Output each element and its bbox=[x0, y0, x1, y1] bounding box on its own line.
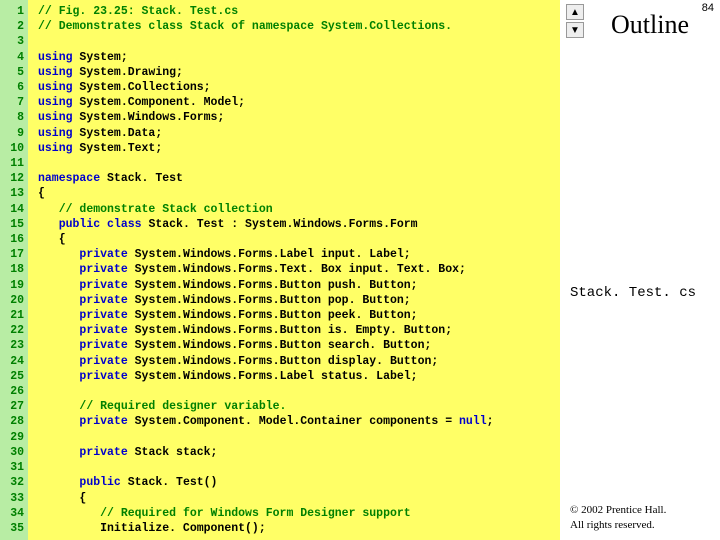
code-line: Initialize. Component(); bbox=[38, 521, 554, 536]
line-number: 34 bbox=[0, 506, 28, 521]
code-line: using System.Text; bbox=[38, 141, 554, 156]
line-number: 7 bbox=[0, 95, 28, 110]
code-line: // Fig. 23.25: Stack. Test.cs bbox=[38, 4, 554, 19]
code-line: private Stack stack; bbox=[38, 445, 554, 460]
line-number: 22 bbox=[0, 323, 28, 338]
nav-arrows: ▲ ▼ bbox=[566, 4, 584, 38]
code-line: using System.Data; bbox=[38, 126, 554, 141]
code-line bbox=[38, 156, 554, 171]
code-line: // Required for Windows Form Designer su… bbox=[38, 506, 554, 521]
line-number: 24 bbox=[0, 354, 28, 369]
line-number: 31 bbox=[0, 460, 28, 475]
code-line bbox=[38, 384, 554, 399]
nav-up-button[interactable]: ▲ bbox=[566, 4, 584, 20]
code-area: 1234567891011121314151617181920212223242… bbox=[0, 0, 560, 540]
line-number: 28 bbox=[0, 414, 28, 429]
slide-root: 1234567891011121314151617181920212223242… bbox=[0, 0, 720, 540]
code-line: private System.Windows.Forms.Button is. … bbox=[38, 323, 554, 338]
line-number: 30 bbox=[0, 445, 28, 460]
line-number: 32 bbox=[0, 475, 28, 490]
line-number: 13 bbox=[0, 186, 28, 201]
file-label: Stack. Test. cs bbox=[570, 285, 696, 301]
line-number: 3 bbox=[0, 34, 28, 49]
line-number-gutter: 1234567891011121314151617181920212223242… bbox=[0, 0, 28, 540]
line-number: 2 bbox=[0, 19, 28, 34]
code-line bbox=[38, 460, 554, 475]
code-line bbox=[38, 430, 554, 445]
line-number: 17 bbox=[0, 247, 28, 262]
code-line: private System.Windows.Forms.Button push… bbox=[38, 278, 554, 293]
line-number: 26 bbox=[0, 384, 28, 399]
code-line: namespace Stack. Test bbox=[38, 171, 554, 186]
line-number: 29 bbox=[0, 430, 28, 445]
line-number: 8 bbox=[0, 110, 28, 125]
code-line bbox=[38, 34, 554, 49]
code-line: private System.Windows.Forms.Button peek… bbox=[38, 308, 554, 323]
line-number: 18 bbox=[0, 262, 28, 277]
code-line: using System.Collections; bbox=[38, 80, 554, 95]
nav-down-button[interactable]: ▼ bbox=[566, 22, 584, 38]
copyright-line-2: All rights reserved. bbox=[570, 519, 655, 531]
code-line: // Demonstrates class Stack of namespace… bbox=[38, 19, 554, 34]
code-line: private System.Component. Model.Containe… bbox=[38, 414, 554, 429]
line-number: 4 bbox=[0, 50, 28, 65]
code-column: // Fig. 23.25: Stack. Test.cs// Demonstr… bbox=[28, 0, 560, 540]
line-number: 11 bbox=[0, 156, 28, 171]
line-number: 1 bbox=[0, 4, 28, 19]
code-line: using System.Windows.Forms; bbox=[38, 110, 554, 125]
side-panel: ▲ ▼ 84 Outline Stack. Test. cs © 2002 Pr… bbox=[560, 0, 720, 540]
line-number: 20 bbox=[0, 293, 28, 308]
line-number: 21 bbox=[0, 308, 28, 323]
code-line: private System.Windows.Forms.Label statu… bbox=[38, 369, 554, 384]
code-line: // Required designer variable. bbox=[38, 399, 554, 414]
code-line: private System.Windows.Forms.Button sear… bbox=[38, 338, 554, 353]
line-number: 16 bbox=[0, 232, 28, 247]
line-number: 14 bbox=[0, 202, 28, 217]
outline-heading: Outline bbox=[588, 10, 712, 40]
code-line: using System; bbox=[38, 50, 554, 65]
line-number: 12 bbox=[0, 171, 28, 186]
copyright-line-1: © 2002 Prentice Hall. bbox=[570, 504, 666, 516]
line-number: 9 bbox=[0, 126, 28, 141]
line-number: 19 bbox=[0, 278, 28, 293]
code-line: public Stack. Test() bbox=[38, 475, 554, 490]
code-line: private System.Windows.Forms.Button pop.… bbox=[38, 293, 554, 308]
code-line: using System.Drawing; bbox=[38, 65, 554, 80]
code-line: private System.Windows.Forms.Label input… bbox=[38, 247, 554, 262]
line-number: 15 bbox=[0, 217, 28, 232]
copyright-text: © 2002 Prentice Hall. All rights reserve… bbox=[570, 503, 666, 532]
line-number: 10 bbox=[0, 141, 28, 156]
code-line: { bbox=[38, 232, 554, 247]
line-number: 27 bbox=[0, 399, 28, 414]
line-number: 6 bbox=[0, 80, 28, 95]
line-number: 23 bbox=[0, 338, 28, 353]
code-line: public class Stack. Test : System.Window… bbox=[38, 217, 554, 232]
line-number: 25 bbox=[0, 369, 28, 384]
line-number: 5 bbox=[0, 65, 28, 80]
code-line: { bbox=[38, 491, 554, 506]
code-line: { bbox=[38, 186, 554, 201]
code-line: private System.Windows.Forms.Button disp… bbox=[38, 354, 554, 369]
page-number: 84 bbox=[702, 2, 714, 14]
code-line: using System.Component. Model; bbox=[38, 95, 554, 110]
line-number: 35 bbox=[0, 521, 28, 536]
code-line: // demonstrate Stack collection bbox=[38, 202, 554, 217]
line-number: 33 bbox=[0, 491, 28, 506]
code-line: private System.Windows.Forms.Text. Box i… bbox=[38, 262, 554, 277]
